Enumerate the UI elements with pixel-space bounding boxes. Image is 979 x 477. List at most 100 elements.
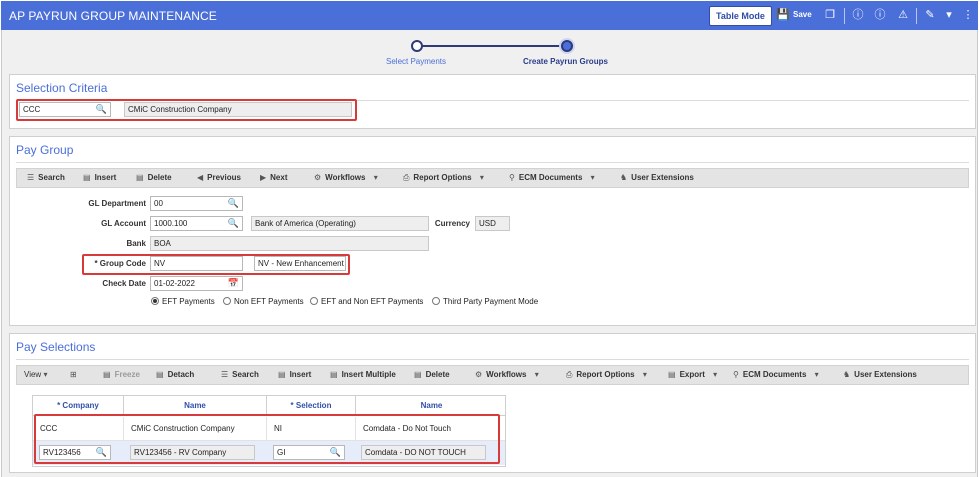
search-icon[interactable]: 🔍 bbox=[96, 103, 107, 116]
freeze-icon: ▤ bbox=[103, 370, 111, 379]
radio-label: EFT Payments bbox=[162, 297, 215, 306]
chevron-down-icon: ▾ bbox=[642, 370, 647, 379]
edit-icon[interactable]: ✎ bbox=[923, 8, 937, 22]
gl-department-value: 00 bbox=[154, 199, 163, 208]
more-options-icon[interactable]: ⋮ bbox=[961, 8, 975, 22]
previous-button[interactable]: ◀ Previous bbox=[197, 173, 241, 182]
warning-icon[interactable]: ⚠ bbox=[896, 8, 910, 22]
check-date-value: 01-02-2022 bbox=[154, 279, 195, 288]
insert-button[interactable]: ▤ Insert bbox=[278, 370, 311, 379]
delete-button[interactable]: ▤ Delete bbox=[136, 173, 172, 182]
chevron-down-icon: ▾ bbox=[479, 173, 484, 182]
toolbar-divider bbox=[916, 8, 917, 24]
search-label: Search bbox=[232, 370, 259, 379]
toolbar-divider bbox=[844, 8, 845, 24]
table-mode-button[interactable]: Table Mode bbox=[709, 6, 772, 26]
insert-multiple-button[interactable]: ▤ Insert Multiple bbox=[330, 370, 396, 379]
search-icon[interactable]: 🔍 bbox=[228, 197, 239, 210]
column-header-selection[interactable]: * Selection bbox=[267, 396, 356, 416]
radio-third-party-payment-mode[interactable]: Third Party Payment Mode bbox=[432, 297, 538, 306]
insert-multiple-icon: ▤ bbox=[330, 370, 338, 379]
search-icon: ☰ bbox=[27, 173, 35, 182]
insert-button[interactable]: ▤ Insert bbox=[83, 173, 116, 182]
radio-button[interactable] bbox=[310, 297, 318, 305]
workflows-button[interactable]: ⚙ Workflows ▾ bbox=[475, 370, 543, 379]
radio-button[interactable] bbox=[432, 297, 440, 305]
pay-group-title: Pay Group bbox=[16, 143, 74, 157]
radio-button[interactable] bbox=[223, 297, 231, 305]
bank-label: Bank bbox=[126, 239, 146, 248]
workflows-button[interactable]: ⚙ Workflows ▾ bbox=[314, 173, 382, 182]
radio-label: Non EFT Payments bbox=[234, 297, 304, 306]
step-dot-create-payrun-groups[interactable] bbox=[561, 40, 573, 52]
group-code-label: * Group Code bbox=[94, 259, 146, 268]
pay-selections-panel: Pay Selections View ▾ ⊞ ▤ Freeze ▤ Detach … bbox=[9, 333, 976, 473]
next-button[interactable]: ▶ Next bbox=[260, 173, 288, 182]
next-label: Next bbox=[270, 173, 288, 182]
gl-department-label: GL Department bbox=[88, 199, 146, 208]
pay-selections-toolbar: View ▾ ⊞ ▤ Freeze ▤ Detach ☰ Search ▤ Insert… bbox=[16, 365, 969, 385]
calendar-icon[interactable]: 📅 bbox=[228, 277, 239, 290]
view-label: View bbox=[24, 370, 42, 379]
user-extensions-button[interactable]: ♞ User Extensions bbox=[620, 173, 694, 182]
company-code-input[interactable]: CCC 🔍 bbox=[19, 102, 111, 117]
report-options-label: Report Options bbox=[576, 370, 635, 379]
chevron-down-icon: ▾ bbox=[373, 173, 378, 182]
chevron-down-icon: ▾ bbox=[713, 370, 718, 379]
gl-department-input[interactable]: 00 🔍 bbox=[150, 196, 243, 211]
report-options-button[interactable]: ⎙ Report Options ▾ bbox=[566, 370, 651, 380]
check-date-input[interactable]: 01-02-2022 📅 bbox=[150, 276, 243, 291]
column-header-company-name[interactable]: Name bbox=[124, 396, 267, 416]
column-header-company[interactable]: * Company bbox=[33, 396, 124, 416]
previous-label: Previous bbox=[207, 173, 241, 182]
column-settings-button[interactable]: ⊞ bbox=[70, 370, 81, 379]
export-label: Export bbox=[679, 370, 705, 379]
ecm-icon: ⚲ bbox=[733, 370, 739, 379]
detach-button[interactable]: ▤ Detach bbox=[156, 370, 194, 379]
chevron-down-icon[interactable]: ▾ bbox=[942, 8, 956, 22]
report-options-button[interactable]: ⎙ Report Options ▾ bbox=[403, 173, 488, 183]
ecm-documents-button[interactable]: ⚲ ECM Documents ▾ bbox=[733, 370, 823, 379]
radio-button[interactable] bbox=[151, 297, 159, 305]
app-header: AP PAYRUN GROUP MAINTENANCE Table Mode 💾… bbox=[1, 1, 978, 30]
chevron-down-icon: ▾ bbox=[534, 370, 539, 379]
user-extensions-label: User Extensions bbox=[631, 173, 694, 182]
copy-icon[interactable]: ❐ bbox=[823, 8, 837, 22]
selection-criteria-title: Selection Criteria bbox=[16, 81, 108, 95]
highlight-box bbox=[34, 414, 500, 464]
step-dot-select-payments[interactable] bbox=[411, 40, 423, 52]
page-title: AP PAYRUN GROUP MAINTENANCE bbox=[9, 9, 217, 23]
step-label-select-payments[interactable]: Select Payments bbox=[386, 57, 446, 66]
search-button[interactable]: ☰ Search bbox=[221, 370, 259, 379]
gl-account-name-field: Bank of America (Operating) bbox=[251, 216, 429, 231]
save-icon[interactable]: 💾 bbox=[776, 8, 790, 22]
chevron-down-icon: ▾ bbox=[590, 173, 595, 182]
freeze-button[interactable]: ▤ Freeze bbox=[103, 370, 140, 379]
radio-eft-payments[interactable]: EFT Payments bbox=[151, 297, 215, 306]
search-button[interactable]: ☰ Search bbox=[27, 173, 65, 182]
ecm-documents-label: ECM Documents bbox=[518, 173, 583, 182]
save-button[interactable]: Save bbox=[793, 10, 812, 19]
freeze-label: Freeze bbox=[114, 370, 140, 379]
help-icon[interactable]: ⓘ bbox=[873, 8, 887, 22]
workflows-icon: ⚙ bbox=[314, 173, 322, 182]
gl-account-input[interactable]: 1000.100 🔍 bbox=[150, 216, 243, 231]
insert-label: Insert bbox=[289, 370, 312, 379]
radio-non-eft-payments[interactable]: Non EFT Payments bbox=[223, 297, 304, 306]
column-header-selection-name[interactable]: Name bbox=[356, 396, 507, 416]
export-button[interactable]: ▤ Export ▾ bbox=[668, 370, 721, 379]
delete-button[interactable]: ▤ Delete bbox=[414, 370, 450, 379]
search-icon[interactable]: 🔍 bbox=[228, 217, 239, 230]
group-code-input[interactable]: NV bbox=[150, 256, 243, 271]
ecm-documents-button[interactable]: ⚲ ECM Documents ▾ bbox=[509, 173, 599, 182]
group-code-description-input[interactable]: NV - New Enhancement bbox=[254, 256, 346, 271]
radio-eft-and-non-eft-payments[interactable]: EFT and Non EFT Payments bbox=[310, 297, 423, 306]
user-extensions-button[interactable]: ♞ User Extensions bbox=[843, 370, 917, 379]
printer-icon: ⎙ bbox=[566, 370, 573, 379]
step-label-create-payrun-groups[interactable]: Create Payrun Groups bbox=[523, 57, 608, 66]
info-icon[interactable]: ⓘ bbox=[851, 8, 865, 22]
workflows-icon: ⚙ bbox=[475, 370, 483, 379]
company-name-value: CMiC Construction Company bbox=[128, 105, 232, 114]
view-menu-button[interactable]: View ▾ bbox=[24, 370, 51, 379]
ecm-documents-label: ECM Documents bbox=[742, 370, 807, 379]
